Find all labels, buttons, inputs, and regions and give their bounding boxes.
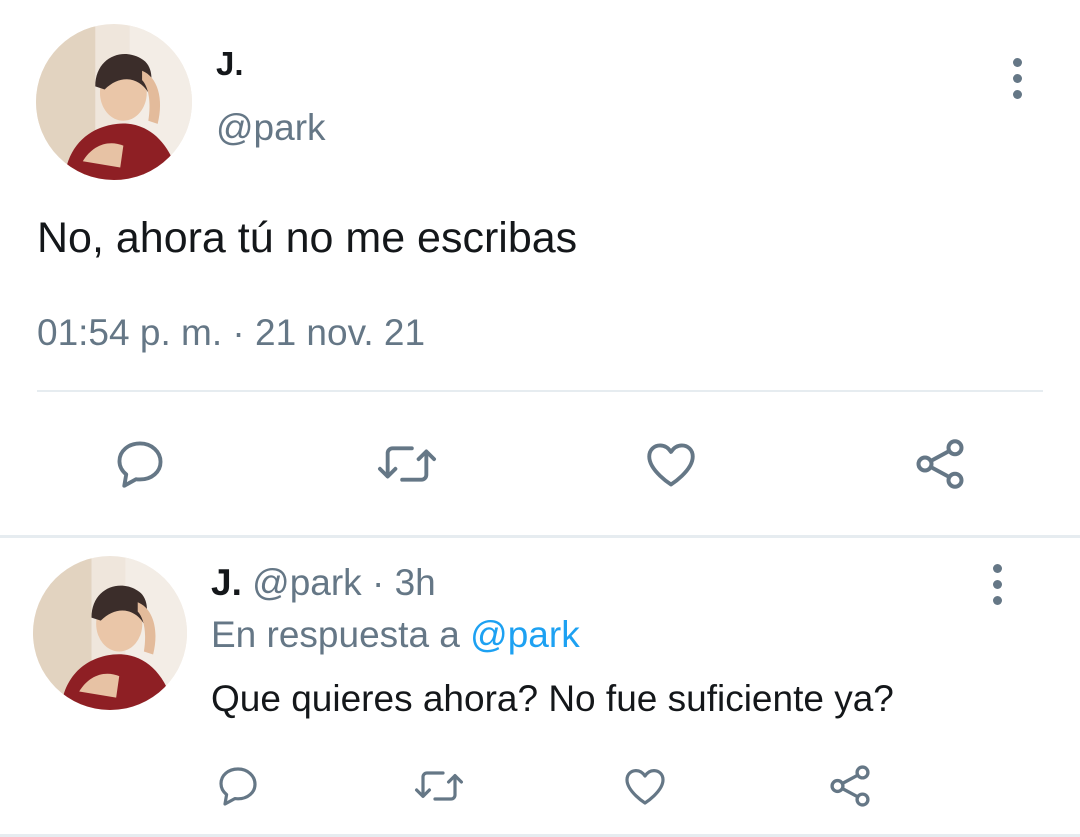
- avatar-photo: [33, 556, 187, 710]
- share-icon: [916, 439, 964, 489]
- heart-icon: [647, 443, 695, 487]
- separator-dot: ·: [371, 562, 385, 603]
- reply-time[interactable]: 3h: [395, 562, 436, 603]
- tweet-text: No, ahora tú no me escribas: [37, 214, 578, 262]
- reply-handle[interactable]: @park: [252, 562, 362, 603]
- retweet-button[interactable]: [372, 432, 442, 496]
- reply-button[interactable]: [108, 432, 172, 496]
- reply-icon: [117, 441, 163, 488]
- retweet-icon: [415, 771, 463, 801]
- share-button[interactable]: [824, 760, 876, 812]
- reply-icon: [219, 767, 257, 806]
- like-button[interactable]: [638, 432, 704, 496]
- share-icon: [830, 765, 870, 807]
- more-options-icon[interactable]: [991, 564, 1003, 605]
- reply-avatar[interactable]: [33, 556, 187, 710]
- mention-link[interactable]: @park: [470, 614, 580, 655]
- reply-display-name[interactable]: J.: [211, 562, 242, 603]
- divider: [0, 535, 1080, 538]
- more-options-icon[interactable]: [1011, 58, 1023, 99]
- user-handle[interactable]: @park: [216, 106, 326, 150]
- reply-button[interactable]: [212, 760, 264, 812]
- tweet-timestamp[interactable]: 01:54 p. m. · 21 nov. 21: [37, 310, 425, 356]
- retweet-icon: [378, 446, 436, 482]
- retweet-button[interactable]: [410, 760, 468, 812]
- heart-icon: [625, 769, 665, 805]
- like-button[interactable]: [618, 760, 672, 812]
- share-button[interactable]: [908, 432, 972, 496]
- display-name[interactable]: J.: [216, 44, 244, 84]
- avatar-photo: [36, 24, 192, 180]
- divider: [37, 390, 1043, 392]
- replying-to: En respuesta a @park: [211, 612, 580, 658]
- reply-header: J. @park · 3h: [211, 560, 436, 606]
- reply-text: Que quieres ahora? No fue suficiente ya?: [211, 678, 894, 719]
- replying-to-label: En respuesta a: [211, 614, 460, 655]
- avatar[interactable]: [36, 24, 192, 180]
